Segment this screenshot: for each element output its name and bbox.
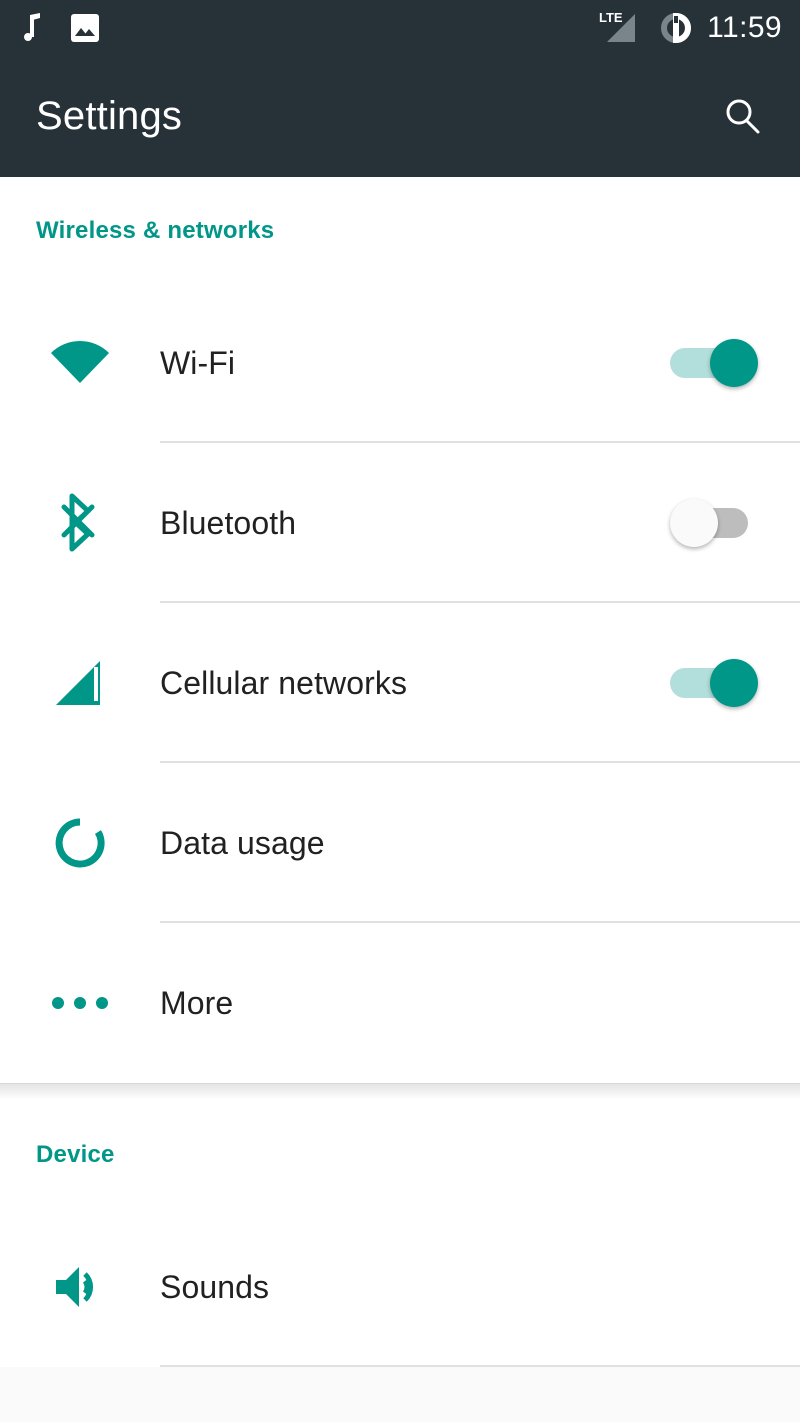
status-bar-system: LTE 11:59 <box>597 10 782 46</box>
settings-row-control <box>670 499 800 547</box>
settings-row-label: Sounds <box>160 1268 270 1305</box>
settings-list: Wireless & networks Wi-Fi Bluetooth Cell… <box>0 177 800 1367</box>
volume-icon <box>0 1207 160 1367</box>
section-header-wireless: Wireless & networks <box>36 217 275 244</box>
status-bar-clock: 11:59 <box>707 10 782 44</box>
signal-icon <box>0 603 160 763</box>
settings-row-control <box>670 339 800 387</box>
toggle-knob <box>710 659 758 707</box>
wifi-toggle[interactable] <box>670 339 758 387</box>
section-header-device: Device <box>36 1141 115 1168</box>
bluetooth-toggle[interactable] <box>670 499 758 547</box>
settings-row-sounds[interactable]: Sounds <box>0 1207 800 1367</box>
dot <box>74 997 86 1009</box>
settings-row-control <box>670 659 800 707</box>
settings-row-label: Bluetooth <box>160 504 297 541</box>
more-dots-icon <box>0 923 160 1083</box>
settings-row-cellular-networks[interactable]: Cellular networks <box>0 603 800 763</box>
dot <box>96 997 108 1009</box>
bluetooth-icon <box>0 443 160 603</box>
section-device: Device Sounds <box>0 1099 800 1367</box>
settings-row-label: Cellular networks <box>160 664 408 701</box>
settings-row-label: More <box>160 984 234 1021</box>
search-icon[interactable] <box>714 88 770 144</box>
cellular-networks-toggle[interactable] <box>670 659 758 707</box>
settings-row-more[interactable]: More <box>0 923 800 1083</box>
status-bar-notifications <box>22 12 100 43</box>
image-icon <box>70 13 100 43</box>
lte-label: LTE <box>599 10 623 25</box>
settings-row-wifi[interactable]: Wi-Fi <box>0 283 800 443</box>
page-title: Settings <box>36 93 183 138</box>
data-usage-icon <box>0 763 160 923</box>
settings-row-bluetooth[interactable]: Bluetooth <box>0 443 800 603</box>
settings-row-label: Wi-Fi <box>160 344 236 381</box>
toggle-knob <box>710 339 758 387</box>
section-wireless-networks: Wireless & networks Wi-Fi Bluetooth Cell… <box>0 177 800 1083</box>
row-divider <box>160 1365 800 1367</box>
settings-row-label: Data usage <box>160 824 325 861</box>
signal-triangle-icon: LTE <box>597 10 645 46</box>
settings-row-data-usage[interactable]: Data usage <box>0 763 800 923</box>
dot <box>52 997 64 1009</box>
music-note-icon <box>22 12 48 43</box>
section-separator <box>0 1083 800 1099</box>
app-bar-actions <box>714 88 770 144</box>
wifi-icon <box>0 283 160 443</box>
settings-screen: LTE 11:59 Settings Wireless & networks W… <box>0 0 800 1422</box>
battery-circle-icon <box>659 11 693 45</box>
status-bar: LTE 11:59 <box>0 0 800 55</box>
toggle-knob <box>670 499 718 547</box>
app-bar: Settings <box>0 55 800 177</box>
